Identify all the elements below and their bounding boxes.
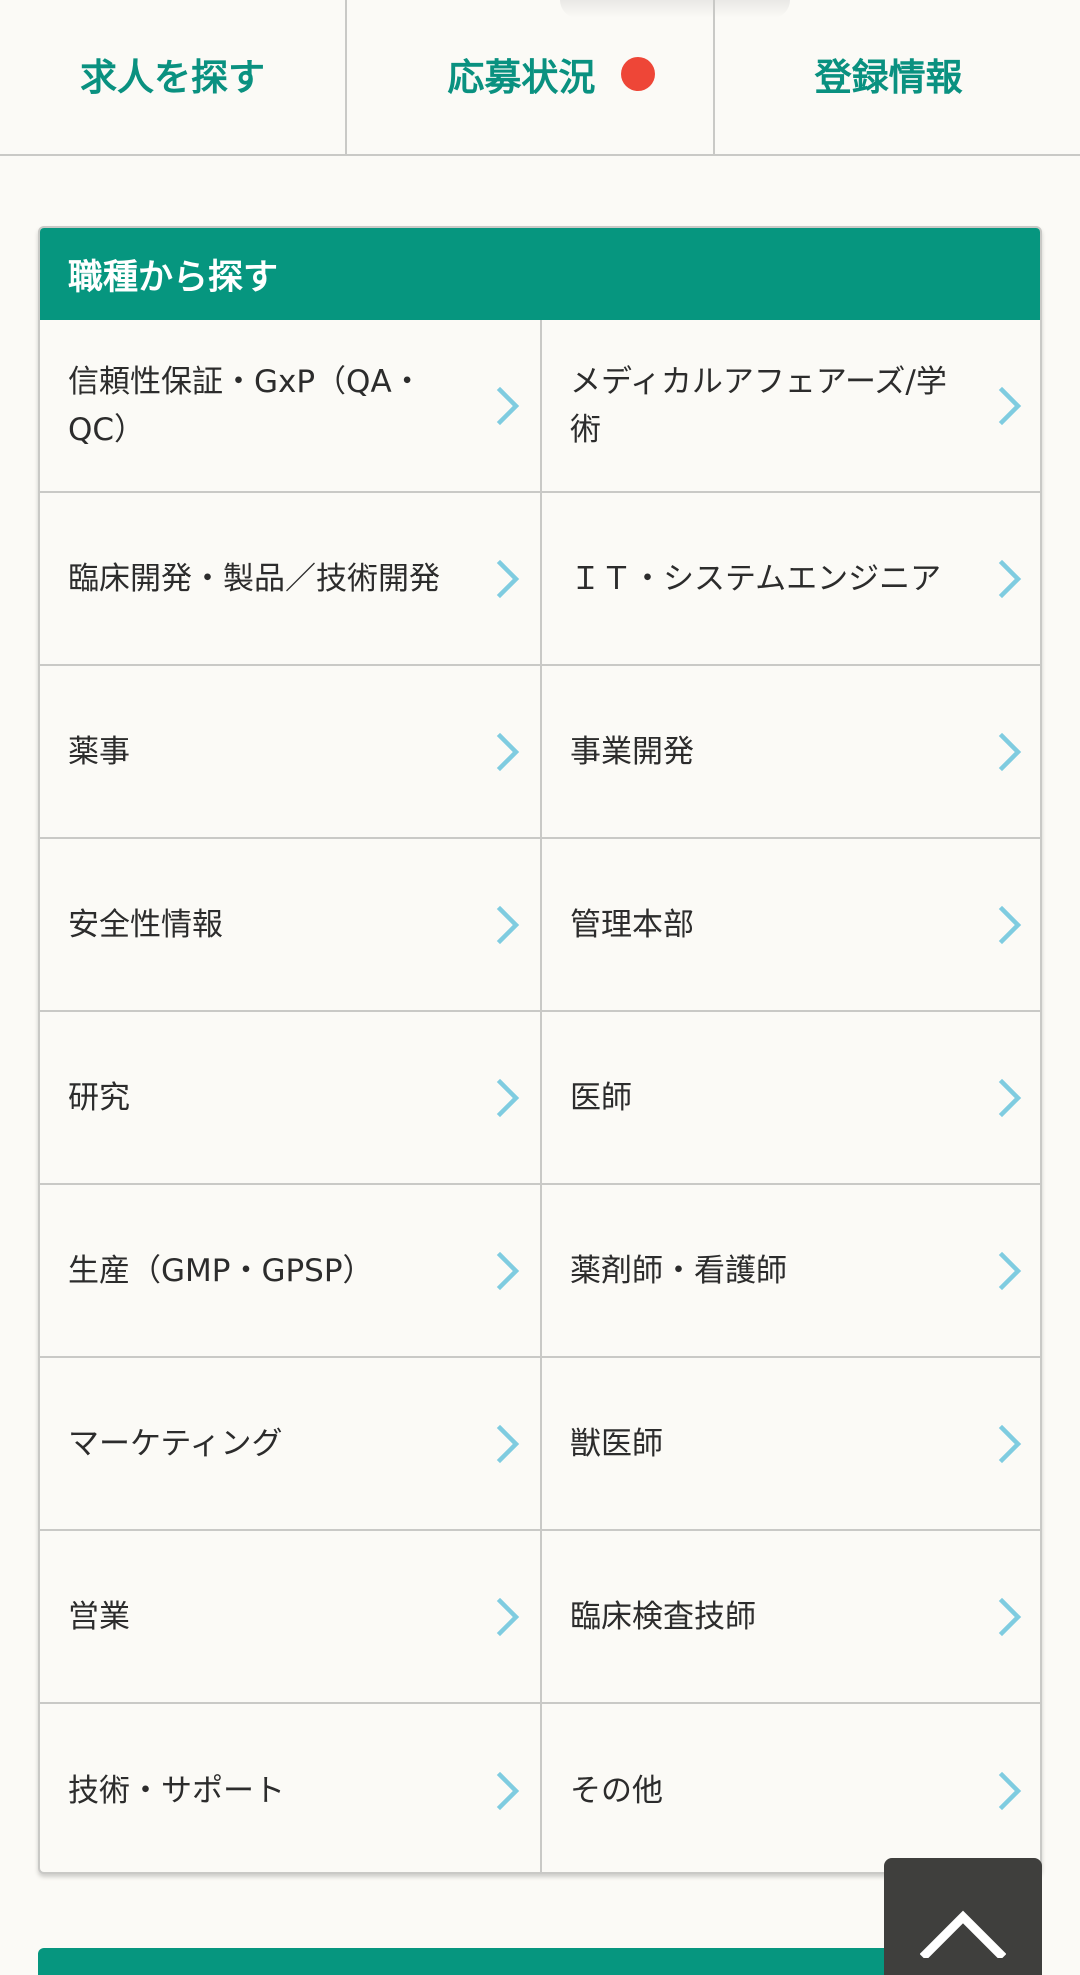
notification-dot — [621, 57, 656, 91]
job-category-header: 職種から探す — [40, 228, 1040, 320]
category-item-label: 管理本部 — [570, 906, 694, 943]
chevron-right-icon — [998, 386, 1022, 425]
chevron-right-icon — [496, 732, 520, 771]
top-navigation: 求人を探す 応募状況 登録情報 — [0, 0, 1080, 156]
category-item-label: 安全性情報 — [68, 906, 223, 943]
job-category-card: 職種から探す 信頼性保証・GxP（QA・QC） メディカルアフェアーズ/学術 臨… — [38, 226, 1042, 1874]
chevron-right-icon — [496, 905, 520, 944]
chevron-right-icon — [998, 559, 1022, 598]
category-item-regulatory[interactable]: 薬事 — [40, 666, 542, 839]
category-item-label: メディカルアフェアーズ/学術 — [570, 363, 947, 448]
page: 求人を探す 応募状況 登録情報 職種から探す 信頼性保証・GxP（QA・QC） … — [0, 0, 1080, 1975]
chevron-right-icon — [496, 559, 520, 598]
category-item-production[interactable]: 生産（GMP・GPSP） — [40, 1185, 542, 1358]
category-item-veterinarian[interactable]: 獣医師 — [542, 1358, 1040, 1531]
category-item-label: 研究 — [68, 1079, 130, 1116]
category-item-research[interactable]: 研究 — [40, 1012, 542, 1185]
category-item-marketing[interactable]: マーケティング — [40, 1358, 542, 1531]
category-item-qa-qc[interactable]: 信頼性保証・GxP（QA・QC） — [40, 320, 542, 493]
chevron-right-icon — [496, 1424, 520, 1463]
category-item-label: 技術・サポート — [68, 1772, 285, 1809]
category-item-it-engineer[interactable]: ＩＴ・システムエンジニア — [542, 493, 1040, 666]
job-category-title: 職種から探す — [68, 257, 279, 298]
chevron-right-icon — [998, 1597, 1022, 1636]
category-item-business-development[interactable]: 事業開発 — [542, 666, 1040, 839]
tab-application-status[interactable]: 応募状況 — [345, 0, 712, 154]
tab-registration-info[interactable]: 登録情報 — [712, 0, 1080, 154]
category-item-other[interactable]: その他 — [542, 1704, 1040, 1872]
job-category-grid: 信頼性保証・GxP（QA・QC） メディカルアフェアーズ/学術 臨床開発・製品／… — [40, 320, 1040, 1872]
category-item-label: 臨床検査技師 — [570, 1598, 756, 1635]
chevron-right-icon — [998, 905, 1022, 944]
category-item-label: その他 — [570, 1772, 663, 1809]
tab-application-status-label: 応募状況 — [447, 56, 596, 99]
category-item-label: 医師 — [570, 1079, 632, 1116]
category-item-label: 獣医師 — [570, 1425, 663, 1462]
tab-registration-info-label: 登録情報 — [814, 56, 963, 99]
category-item-label: 薬剤師・看護師 — [570, 1252, 787, 1289]
tab-search-jobs[interactable]: 求人を探す — [0, 0, 345, 154]
chevron-right-icon — [998, 732, 1022, 771]
category-item-safety-information[interactable]: 安全性情報 — [40, 839, 542, 1012]
chevron-right-icon — [998, 1771, 1022, 1810]
chevron-right-icon — [998, 1078, 1022, 1117]
category-item-pharmacist-nurse[interactable]: 薬剤師・看護師 — [542, 1185, 1040, 1358]
category-item-administration[interactable]: 管理本部 — [542, 839, 1040, 1012]
category-item-label: 信頼性保証・GxP（QA・QC） — [68, 363, 423, 448]
chevron-right-icon — [496, 1771, 520, 1810]
category-item-sales[interactable]: 営業 — [40, 1531, 542, 1704]
category-item-clinical-development[interactable]: 臨床開発・製品／技術開発 — [40, 493, 542, 666]
category-item-physician[interactable]: 医師 — [542, 1012, 1040, 1185]
chevron-up-icon — [920, 1910, 1006, 1958]
category-item-label: 薬事 — [68, 733, 130, 770]
category-item-medical-affairs[interactable]: メディカルアフェアーズ/学術 — [542, 320, 1040, 493]
chevron-right-icon — [998, 1251, 1022, 1290]
chevron-right-icon — [998, 1424, 1022, 1463]
chevron-right-icon — [496, 386, 520, 425]
tab-search-jobs-label: 求人を探す — [80, 56, 265, 99]
category-item-label: 臨床開発・製品／技術開発 — [68, 560, 440, 597]
category-item-label: ＩＴ・システムエンジニア — [570, 560, 942, 597]
category-item-label: 生産（GMP・GPSP） — [68, 1252, 374, 1289]
category-item-label: 営業 — [68, 1598, 130, 1635]
category-item-label: 事業開発 — [570, 733, 694, 770]
category-item-lab-technician[interactable]: 臨床検査技師 — [542, 1531, 1040, 1704]
chevron-right-icon — [496, 1251, 520, 1290]
back-to-top-button[interactable] — [884, 1858, 1042, 1975]
chevron-right-icon — [496, 1078, 520, 1117]
category-item-label: マーケティング — [68, 1425, 283, 1462]
chevron-right-icon — [496, 1597, 520, 1636]
category-item-technical-support[interactable]: 技術・サポート — [40, 1704, 542, 1872]
